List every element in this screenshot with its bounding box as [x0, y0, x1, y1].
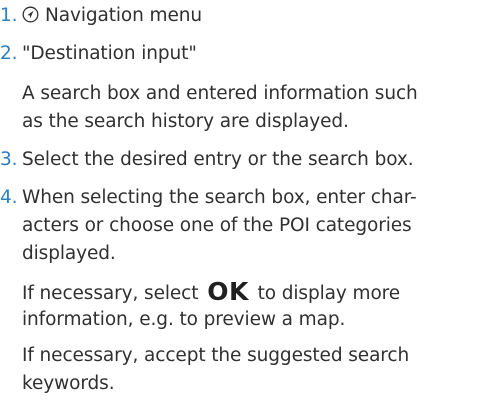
ok-note-line: information, e.g. to preview a map.	[22, 309, 346, 330]
step-line: When selecting the search box, enter cha…	[22, 187, 417, 208]
keywords-line: If necessary, accept the suggested searc…	[22, 345, 410, 366]
ok-after-text: to display more	[257, 283, 401, 304]
ok-note-line: If necessary, select OK to display more	[22, 278, 400, 306]
ok-before-text: If necessary, select	[22, 283, 199, 304]
info-line: as the search history are displayed.	[22, 111, 349, 132]
step-text: Navigation menu	[22, 2, 202, 30]
step-2-info: A search box and entered information suc…	[22, 80, 418, 136]
step-text: "Destination input"	[22, 43, 197, 64]
step-line: displayed.	[22, 243, 116, 264]
info-line: A search box and entered information suc…	[22, 83, 418, 104]
ok-symbol: OK	[207, 277, 249, 306]
step-line: acters or choose one of the POI categori…	[22, 215, 412, 236]
ok-note: If necessary, select OK to display more …	[22, 278, 400, 334]
step-text: Select the desired entry or the search b…	[22, 149, 414, 170]
step-1-label: Navigation menu	[45, 5, 203, 26]
keywords-note: If necessary, accept the suggested searc…	[22, 342, 409, 398]
keywords-line: keywords.	[22, 373, 115, 394]
step-4-text: When selecting the search box, enter cha…	[22, 184, 417, 268]
navigation-arrow-icon	[22, 6, 39, 23]
